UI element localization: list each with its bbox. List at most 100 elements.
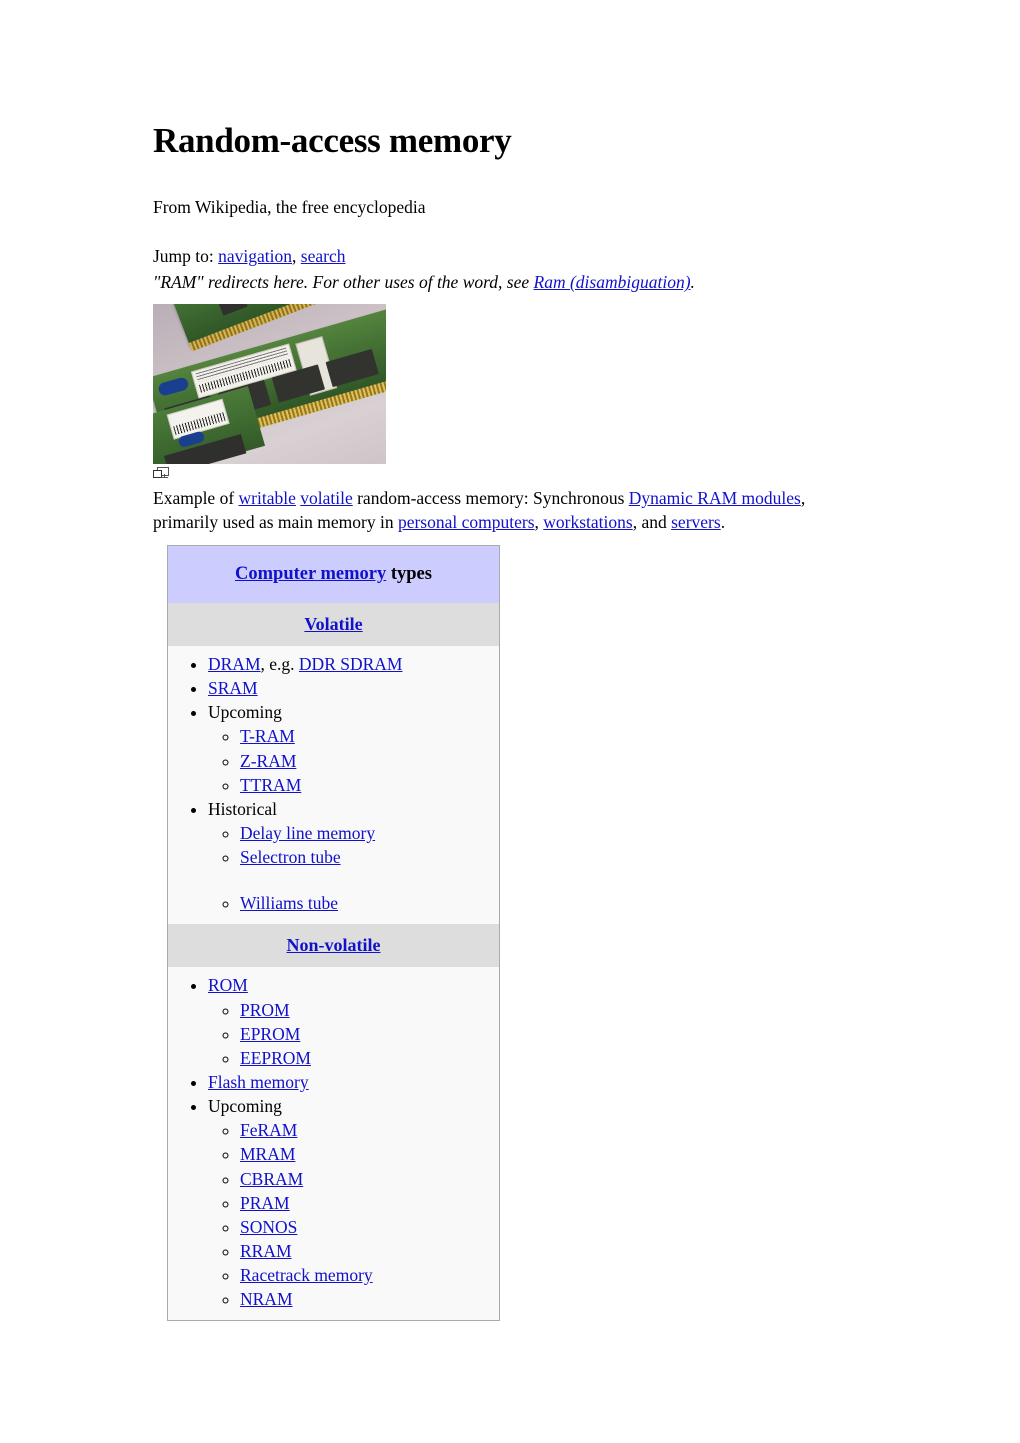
pram-link[interactable]: PRAM bbox=[240, 1193, 290, 1213]
list-item-mram: MRAM bbox=[240, 1142, 493, 1166]
ram-photo[interactable] bbox=[153, 303, 386, 464]
list-item-prom: PROM bbox=[240, 998, 493, 1022]
nram-link[interactable]: NRAM bbox=[240, 1289, 293, 1309]
dynamic-ram-modules-link[interactable]: Dynamic RAM modules bbox=[629, 488, 801, 508]
list-item-upcoming: Upcoming T-RAM Z-RAM TTRAM bbox=[208, 700, 493, 797]
t-ram-link[interactable]: T-RAM bbox=[240, 726, 295, 746]
non-volatile-link[interactable]: Non-volatile bbox=[287, 935, 381, 955]
redirect-note-period: . bbox=[690, 272, 695, 293]
selectron-tube-link[interactable]: Selectron tube bbox=[240, 847, 341, 867]
infobox-title-cell: Computer memory types bbox=[167, 545, 500, 603]
infobox-section-header-row: Non-volatile bbox=[167, 924, 500, 968]
feram-link[interactable]: FeRAM bbox=[240, 1120, 297, 1140]
prom-link[interactable]: PROM bbox=[240, 1000, 290, 1020]
infobox-header-row: Computer memory types bbox=[167, 545, 500, 603]
williams-tube-link[interactable]: Williams tube bbox=[240, 893, 338, 913]
upcoming-label: Upcoming bbox=[208, 1096, 282, 1117]
list-item-trailing-text: , e.g. bbox=[260, 654, 299, 674]
sub-list-upcoming: FeRAM MRAM CBRAM PRAM SONOS RRAM Racetrack mem… bbox=[208, 1118, 493, 1311]
list-item-ttram: TTRAM bbox=[240, 773, 493, 797]
list-item-t-ram: T-RAM bbox=[240, 724, 493, 748]
eprom-link[interactable]: EPROM bbox=[240, 1024, 300, 1044]
rom-link[interactable]: ROM bbox=[208, 975, 248, 995]
personal-computers-link[interactable]: personal computers bbox=[398, 512, 535, 532]
infobox-section-body-volatile: DRAM, e.g. DDR SDRAMSRAMUpcomingT-RAMZ-R… bbox=[167, 646, 500, 925]
list-item-nram: NRAM bbox=[240, 1287, 493, 1311]
caption-text-6: . bbox=[720, 511, 726, 532]
caption-text-1: Example of bbox=[153, 487, 239, 508]
eeprom-link[interactable]: EEPROM bbox=[240, 1048, 311, 1068]
list-item-z-ram: Z-RAM bbox=[240, 749, 493, 773]
sub-list-historical: Delay line memory Selectron tube Williams … bbox=[208, 821, 493, 915]
list-item-upcoming: Upcoming FeRAM MRAM CBRAM PRAM SONOS RRAM Racet… bbox=[208, 1094, 493, 1311]
list-item-eeprom: EEPROM bbox=[240, 1046, 493, 1070]
list-item-rom: ROM PROM EPROM EEPROM bbox=[208, 973, 493, 1070]
historical-label: Historical bbox=[208, 798, 278, 819]
list-item-spacer bbox=[240, 869, 493, 891]
flash-memory-link[interactable]: Flash memory bbox=[208, 1072, 309, 1092]
list-item-pram: PRAM bbox=[240, 1191, 493, 1215]
list-item-sonos: SONOS bbox=[240, 1215, 493, 1239]
jump-to-label: Jump to: bbox=[153, 246, 219, 267]
infobox-title-suffix: types bbox=[386, 564, 432, 584]
list-item-williams-tube: Williams tube bbox=[240, 891, 493, 915]
infobox-section-header-row: Volatile bbox=[167, 603, 500, 646]
list-item-selectron-tube: Selectron tube bbox=[240, 845, 493, 869]
list-item-racetrack-memory: Racetrack memory bbox=[240, 1263, 493, 1287]
ram-figure bbox=[153, 295, 868, 478]
computer-memory-link[interactable]: Computer memory bbox=[235, 564, 386, 584]
rram-link[interactable]: RRAM bbox=[240, 1241, 292, 1261]
mram-link[interactable]: MRAM bbox=[240, 1144, 295, 1164]
module-brand-logo bbox=[157, 375, 190, 397]
caption-text-4: , bbox=[534, 511, 544, 532]
dram-link[interactable]: DRAM bbox=[208, 654, 261, 674]
racetrack-memory-link[interactable]: Racetrack memory bbox=[240, 1265, 373, 1285]
list-item-feram: FeRAM bbox=[240, 1118, 493, 1142]
redirect-note: "RAM" redirects here. For other uses of … bbox=[153, 269, 868, 295]
sub-list-rom: PROM EPROM EEPROM bbox=[208, 998, 493, 1070]
ram-disambiguation-link[interactable]: Ram (disambiguation) bbox=[534, 272, 691, 292]
z-ram-link[interactable]: Z-RAM bbox=[240, 751, 296, 771]
list-item-flash-memory: Flash memory bbox=[208, 1070, 493, 1094]
article-page: Random-access memory From Wikipedia, the… bbox=[153, 0, 868, 1322]
list-volatile: DRAM, e.g. DDR SDRAMSRAMUpcomingT-RAMZ-R… bbox=[174, 652, 493, 915]
list-item-historical: Historical Delay line memory Selectron tub… bbox=[208, 797, 493, 916]
jump-search-link[interactable]: search bbox=[301, 246, 346, 266]
page-title: Random-access memory bbox=[153, 121, 512, 160]
sram-link[interactable]: SRAM bbox=[208, 678, 258, 698]
list-item-rram: RRAM bbox=[240, 1239, 493, 1263]
redirect-note-text: "RAM" redirects here. For other uses of … bbox=[153, 272, 534, 293]
site-tagline: From Wikipedia, the free encyclopedia bbox=[153, 196, 426, 217]
infobox-section-header-volatile: Volatile bbox=[167, 603, 500, 646]
list-item-eprom: EPROM bbox=[240, 1022, 493, 1046]
caption-text-2: random-access memory: Synchronous bbox=[352, 487, 629, 508]
upcoming-label: Upcoming bbox=[208, 702, 282, 723]
list-item-sram: SRAM bbox=[208, 676, 493, 700]
volatile-link[interactable]: volatile bbox=[300, 488, 352, 508]
caption-text-5: , and bbox=[632, 511, 672, 532]
infobox-section-header-non-volatile: Non-volatile bbox=[167, 924, 500, 968]
jump-navigation-link[interactable]: navigation bbox=[218, 246, 292, 266]
list-item-dram: DRAM, e.g. DDR SDRAM bbox=[208, 652, 493, 676]
ddr-sdram-link[interactable]: DDR SDRAM bbox=[299, 654, 403, 674]
infobox-section-body-row: DRAM, e.g. DDR SDRAMSRAMUpcomingT-RAMZ-R… bbox=[167, 646, 500, 925]
list-non-volatile: ROMPROMEPROMEEPROMFlash memoryUpcomingFe… bbox=[174, 973, 493, 1311]
sub-list-upcoming: T-RAM Z-RAM TTRAM bbox=[208, 724, 493, 796]
writable-link[interactable]: writable bbox=[239, 488, 296, 508]
volatile-link[interactable]: Volatile bbox=[304, 614, 362, 634]
infobox-section-body-non-volatile: ROMPROMEPROMEEPROMFlash memoryUpcomingFe… bbox=[167, 967, 500, 1321]
list-item-cbram: CBRAM bbox=[240, 1167, 493, 1191]
cbram-link[interactable]: CBRAM bbox=[240, 1169, 303, 1189]
jump-to-line: Jump to: navigation, search bbox=[153, 218, 868, 269]
computer-memory-types-infobox: Computer memory types Volatile DRAM, e.g.… bbox=[167, 545, 500, 1322]
magnify-icon[interactable] bbox=[153, 466, 169, 478]
servers-link[interactable]: servers bbox=[671, 512, 721, 532]
ttram-link[interactable]: TTRAM bbox=[240, 775, 301, 795]
list-item-delay-line-memory: Delay line memory bbox=[240, 821, 493, 845]
delay-line-memory-link[interactable]: Delay line memory bbox=[240, 823, 375, 843]
infobox-section-body-row: ROMPROMEPROMEEPROMFlash memoryUpcomingFe… bbox=[167, 967, 500, 1321]
sonos-link[interactable]: SONOS bbox=[240, 1217, 297, 1237]
workstations-link[interactable]: workstations bbox=[543, 512, 632, 532]
figure-caption: Example of writable volatile random-acce… bbox=[153, 478, 853, 534]
jump-separator: , bbox=[292, 246, 301, 267]
